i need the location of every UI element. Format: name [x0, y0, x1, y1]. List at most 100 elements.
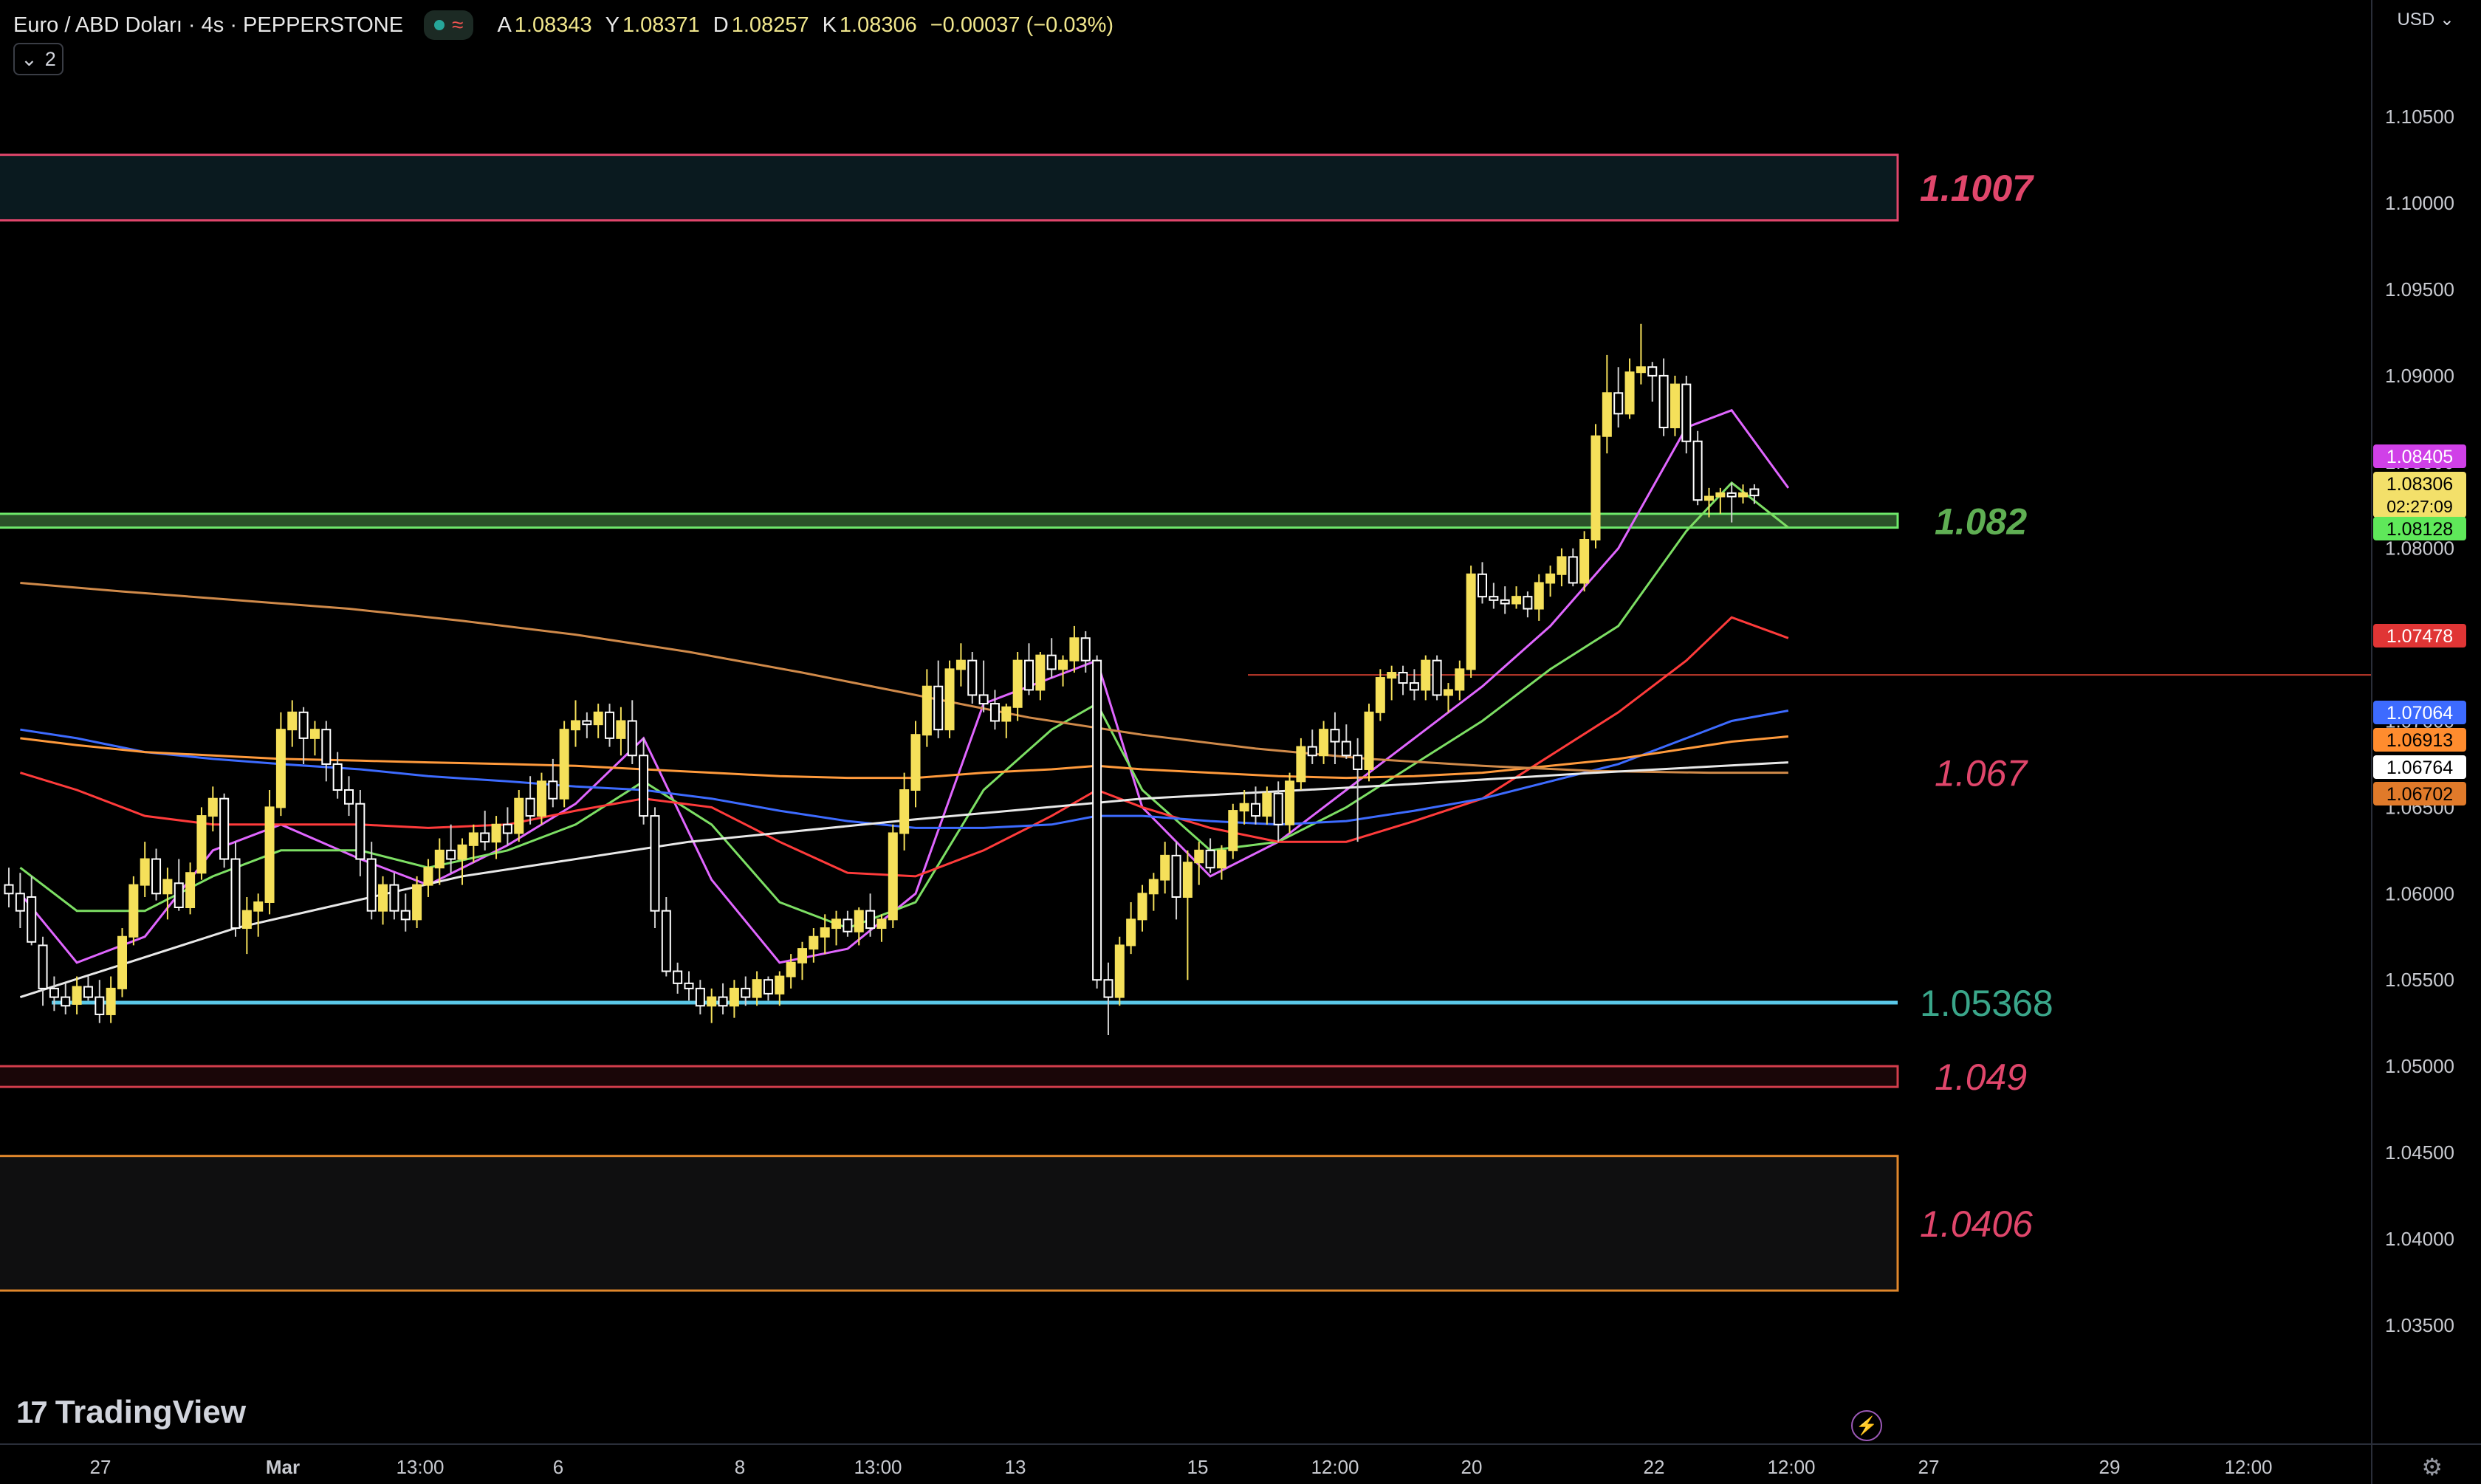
candle[interactable] — [1636, 323, 1646, 385]
candle[interactable] — [1613, 367, 1624, 428]
candle[interactable] — [309, 721, 320, 756]
level-zone[interactable] — [0, 512, 1899, 529]
candle[interactable] — [253, 893, 264, 937]
candle[interactable] — [1307, 729, 1317, 764]
candle[interactable] — [1069, 625, 1080, 673]
candle[interactable] — [514, 790, 524, 842]
candle[interactable] — [854, 907, 864, 946]
lightning-icon[interactable]: ⚡ — [1851, 1410, 1882, 1441]
candle[interactable] — [775, 971, 785, 1006]
candle[interactable] — [502, 807, 512, 845]
candle[interactable] — [38, 936, 48, 1006]
candle[interactable] — [1058, 655, 1068, 687]
candle[interactable] — [1375, 669, 1385, 721]
candle[interactable] — [899, 772, 910, 851]
candle[interactable] — [412, 876, 422, 929]
gear-icon[interactable]: ⚙ — [2421, 1453, 2443, 1481]
candle[interactable] — [1239, 790, 1249, 825]
candle[interactable] — [151, 848, 162, 901]
candle[interactable] — [1092, 655, 1102, 989]
candle[interactable] — [763, 976, 773, 1001]
candle[interactable] — [27, 876, 37, 946]
candle[interactable] — [1103, 962, 1113, 1036]
candle[interactable] — [219, 793, 230, 868]
market-status[interactable]: ≈ — [424, 10, 474, 40]
candle[interactable] — [480, 811, 490, 851]
candle[interactable] — [616, 707, 626, 756]
candle[interactable] — [378, 876, 388, 925]
candle[interactable] — [593, 704, 603, 738]
candle[interactable] — [1364, 704, 1374, 782]
candle[interactable] — [1160, 842, 1170, 894]
candle[interactable] — [650, 807, 660, 929]
indicators-toggle[interactable]: ⌄ 2 — [13, 43, 64, 75]
candle[interactable] — [1148, 873, 1159, 911]
candle[interactable] — [707, 988, 717, 1023]
candle[interactable] — [1285, 772, 1295, 834]
candle[interactable] — [1182, 850, 1193, 980]
candle[interactable] — [106, 976, 116, 1023]
time-axis[interactable]: 27 Mar 13:00 6 8 13:00 13 15 12:00 20 22 12:00 27 29 1… — [0, 1443, 2481, 1478]
candle[interactable] — [1432, 655, 1442, 701]
candle[interactable] — [1557, 548, 1567, 587]
candle[interactable] — [1455, 660, 1465, 701]
candle[interactable] — [1171, 842, 1181, 920]
candle[interactable] — [1489, 583, 1499, 609]
candle[interactable] — [128, 876, 139, 946]
candle[interactable] — [955, 643, 966, 687]
candle[interactable] — [843, 910, 853, 937]
candle[interactable] — [355, 790, 366, 876]
candle[interactable] — [1647, 362, 1658, 402]
candle[interactable] — [673, 962, 683, 994]
candle[interactable] — [639, 738, 649, 825]
candle[interactable] — [888, 824, 898, 929]
candle[interactable] — [264, 790, 275, 915]
price-chart[interactable]: 1.1007 1.082 1.067 1.05368 1.049 1.0406 1.105… — [0, 0, 2481, 1484]
candle[interactable] — [1216, 845, 1226, 880]
candle[interactable] — [1602, 354, 1612, 454]
candle[interactable] — [944, 660, 955, 738]
candle[interactable] — [321, 721, 332, 782]
candle[interactable] — [1024, 643, 1034, 695]
candle[interactable] — [423, 859, 433, 897]
candle[interactable] — [72, 976, 82, 1014]
candle[interactable] — [1511, 586, 1522, 609]
candle[interactable] — [1500, 586, 1510, 614]
candle[interactable] — [559, 721, 569, 808]
candle[interactable] — [4, 868, 14, 907]
candle[interactable] — [1579, 531, 1590, 592]
candle[interactable] — [831, 910, 842, 946]
candle[interactable] — [1353, 738, 1363, 842]
candle[interactable] — [1137, 884, 1147, 932]
candle[interactable] — [140, 842, 150, 897]
candle[interactable] — [117, 928, 127, 997]
candle[interactable] — [1126, 901, 1136, 955]
level-zone[interactable] — [0, 1065, 1899, 1088]
candle[interactable] — [989, 690, 1000, 730]
candle[interactable] — [752, 971, 762, 1006]
candle[interactable] — [1046, 638, 1057, 679]
candle[interactable] — [1545, 566, 1556, 597]
candle[interactable] — [571, 700, 580, 747]
candle[interactable] — [185, 862, 196, 915]
candle[interactable] — [695, 980, 705, 1014]
symbol-title[interactable]: Euro / ABD Doları · 4s · PEPPERSTONE — [13, 13, 403, 38]
candle[interactable] — [967, 651, 978, 704]
candle[interactable] — [400, 893, 411, 932]
candle[interactable] — [344, 776, 354, 817]
candle[interactable] — [1534, 574, 1544, 621]
candle[interactable] — [230, 842, 241, 937]
candle[interactable] — [61, 983, 71, 1014]
candle[interactable] — [1319, 721, 1329, 764]
candle[interactable] — [797, 941, 807, 980]
candle[interactable] — [287, 700, 298, 747]
candle[interactable] — [298, 707, 309, 764]
candle[interactable] — [978, 660, 989, 712]
candle[interactable] — [15, 873, 25, 929]
candle[interactable] — [1681, 375, 1692, 454]
candle[interactable] — [174, 859, 184, 911]
level-zone[interactable] — [0, 154, 1899, 221]
candle[interactable] — [1624, 358, 1635, 419]
candle[interactable] — [1466, 566, 1476, 679]
level-zone[interactable] — [0, 1155, 1899, 1292]
